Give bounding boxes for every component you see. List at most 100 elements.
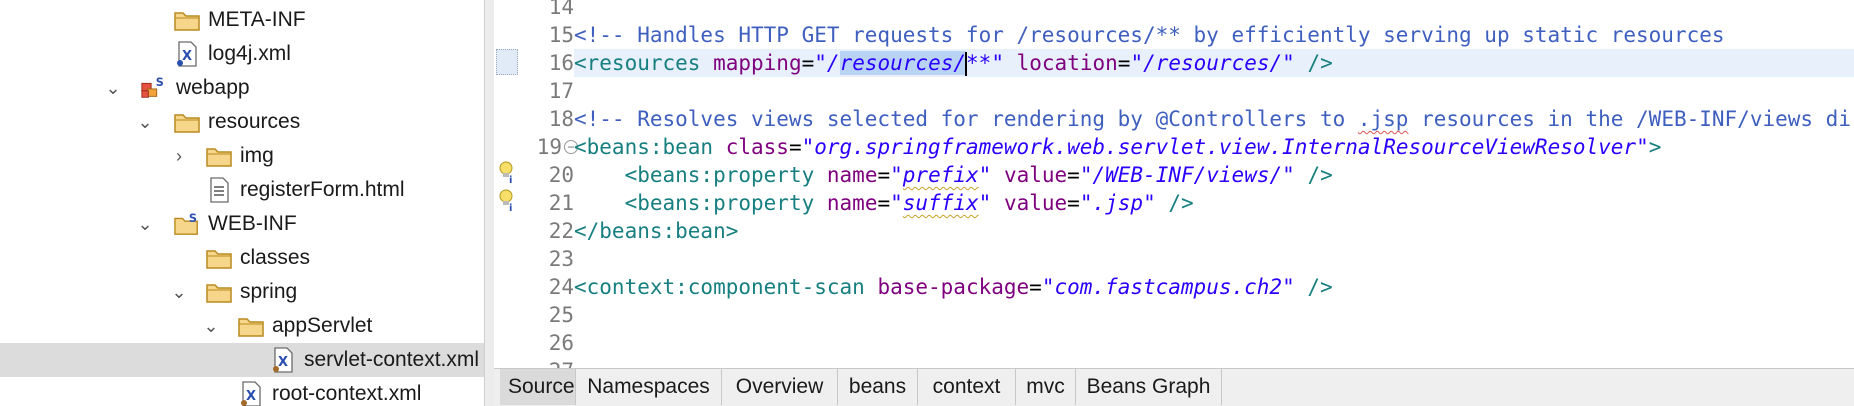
quote: " xyxy=(1079,163,1093,187)
lightbulb-info-icon[interactable]: i xyxy=(496,158,518,186)
tree-item-label: servlet-context.xml xyxy=(304,348,480,371)
chevron-down-icon[interactable]: ⌄ xyxy=(134,213,156,235)
tree-item-label: resources xyxy=(208,110,301,133)
code-area[interactable]: <!-- Handles HTTP GET requests for /reso… xyxy=(574,0,1854,368)
line-number: 22 xyxy=(548,219,574,243)
tab-mvc[interactable]: mvc xyxy=(1016,369,1076,405)
chevron-down-icon[interactable]: ⌄ xyxy=(134,111,156,133)
equals: = xyxy=(1029,275,1042,299)
tag: <resources xyxy=(574,51,701,75)
tree-item-servlet-context-xml[interactable]: X servlet-context.xml xyxy=(0,343,484,377)
folder-icon xyxy=(174,109,200,135)
equals: = xyxy=(1067,191,1080,215)
tab-source[interactable]: Source xyxy=(500,369,576,405)
html-file-icon xyxy=(206,177,232,203)
quote: " xyxy=(978,163,992,187)
value: prefix xyxy=(902,163,979,187)
tag: </beans:bean> xyxy=(574,219,739,243)
quote: " xyxy=(814,51,827,75)
tree-item-web-inf[interactable]: ⌄ S WEB-INF xyxy=(0,207,484,241)
tree-item-label: log4j.xml xyxy=(208,42,291,65)
tree-item-log4j-xml[interactable]: X log4j.xml xyxy=(0,37,484,71)
code-line: <beans:property name="suffix" value=".js… xyxy=(574,189,1854,217)
lightbulb-info-icon[interactable]: i xyxy=(496,186,518,214)
annotation-ruler: i i xyxy=(494,0,520,368)
tab-overview[interactable]: Overview xyxy=(722,369,838,405)
web-module-icon: S xyxy=(140,75,166,101)
value: ** xyxy=(966,51,992,75)
value: /WEB-INF/views/ xyxy=(1092,163,1283,187)
tag: /> xyxy=(1307,163,1333,187)
quote: " xyxy=(1143,191,1156,215)
svg-text:S: S xyxy=(156,76,164,89)
tag: /> xyxy=(1307,51,1333,75)
folder-icon xyxy=(206,279,232,305)
code-line: <beans:property name="prefix" value="/WE… xyxy=(574,161,1854,189)
tree-item-label: webapp xyxy=(176,76,250,99)
equals: = xyxy=(788,135,802,159)
line-number: 25 xyxy=(548,303,574,327)
chevron-down-icon[interactable]: ⌄ xyxy=(200,315,222,337)
tree-item-webapp[interactable]: ⌄ S webapp xyxy=(0,71,484,105)
attribute: location xyxy=(1016,51,1118,75)
folder-icon xyxy=(206,245,232,271)
tree-item-label: img xyxy=(240,144,274,167)
tree-item-classes[interactable]: classes xyxy=(0,241,484,275)
tree-item-label: registerForm.html xyxy=(240,178,405,201)
xml-file-icon: X xyxy=(238,381,264,406)
comment: resources in the /WEB-INF/views director… xyxy=(1421,107,1854,131)
tree-item-appservlet[interactable]: ⌄ appServlet xyxy=(0,309,484,343)
line-number-gutter: 14 15 16 17 18 19 20 21 22 23 24 25 26 2… xyxy=(520,0,578,368)
sash-divider[interactable] xyxy=(484,0,494,406)
quote: " xyxy=(1041,275,1055,299)
folder-icon xyxy=(238,313,264,339)
comment: <!-- Handles HTTP GET requests for /reso… xyxy=(574,23,1725,47)
svg-text:i: i xyxy=(509,175,512,184)
spelling-marker: .jsp xyxy=(1357,107,1409,131)
line-number: 18 xyxy=(548,107,574,131)
tree-item-label: WEB-INF xyxy=(208,212,297,235)
line-number: 17 xyxy=(548,79,574,103)
value: org.springframework.web.servlet.view.Int… xyxy=(814,135,1637,159)
folder-icon xyxy=(206,143,232,169)
line-number: 26 xyxy=(548,331,574,355)
tree-item-registerform-html[interactable]: registerForm.html xyxy=(0,173,484,207)
quote: " xyxy=(991,51,1004,75)
quote: " xyxy=(1636,135,1649,159)
xml-file-icon: X xyxy=(174,41,200,67)
chevron-down-icon[interactable]: ⌄ xyxy=(168,281,190,303)
line-number: 27 xyxy=(520,357,574,368)
quote: " xyxy=(1282,51,1295,75)
tree-item-root-context-xml[interactable]: X root-context.xml xyxy=(0,377,484,406)
chevron-down-icon[interactable]: ⌄ xyxy=(102,77,124,99)
tag: <beans:property xyxy=(624,191,815,215)
tree-item-meta-inf[interactable]: META-INF xyxy=(0,3,484,37)
comment: <!-- Resolves views selected for renderi… xyxy=(574,107,1358,131)
code-line-current: <resources mapping="/resources/**" locat… xyxy=(574,49,1854,77)
tab-beans-graph[interactable]: Beans Graph xyxy=(1076,369,1222,405)
xml-editor[interactable]: i i 14 15 16 17 18 19 20 21 22 23 24 25 … xyxy=(494,0,1854,368)
tab-namespaces[interactable]: Namespaces xyxy=(576,369,722,405)
quote: " xyxy=(1282,163,1295,187)
svg-text:X: X xyxy=(278,355,288,370)
code-line: <!-- Handles HTTP GET requests for /reso… xyxy=(574,21,1854,49)
tree-item-spring[interactable]: ⌄ spring xyxy=(0,275,484,309)
tab-context[interactable]: context xyxy=(918,369,1016,405)
equals: = xyxy=(801,51,815,75)
value: com.fastcampus.ch2 xyxy=(1054,275,1283,299)
tag: <beans:property xyxy=(624,163,815,187)
tree-item-img[interactable]: › img xyxy=(0,139,484,173)
equals: = xyxy=(1067,163,1080,187)
quote: " xyxy=(1282,275,1295,299)
quote: " xyxy=(890,191,903,215)
code-line: <!-- Resolves views selected for renderi… xyxy=(574,105,1854,133)
line-number: 16 xyxy=(548,51,574,75)
tab-beans[interactable]: beans xyxy=(838,369,918,405)
attribute: class xyxy=(725,135,789,159)
tree-item-resources[interactable]: ⌄ resources xyxy=(0,105,484,139)
line-number: 21 xyxy=(548,191,574,215)
tag: <beans:bean xyxy=(574,135,714,159)
chevron-right-icon[interactable]: › xyxy=(168,145,190,167)
value: .jsp xyxy=(1092,191,1144,215)
tree-item-label: classes xyxy=(240,246,311,269)
